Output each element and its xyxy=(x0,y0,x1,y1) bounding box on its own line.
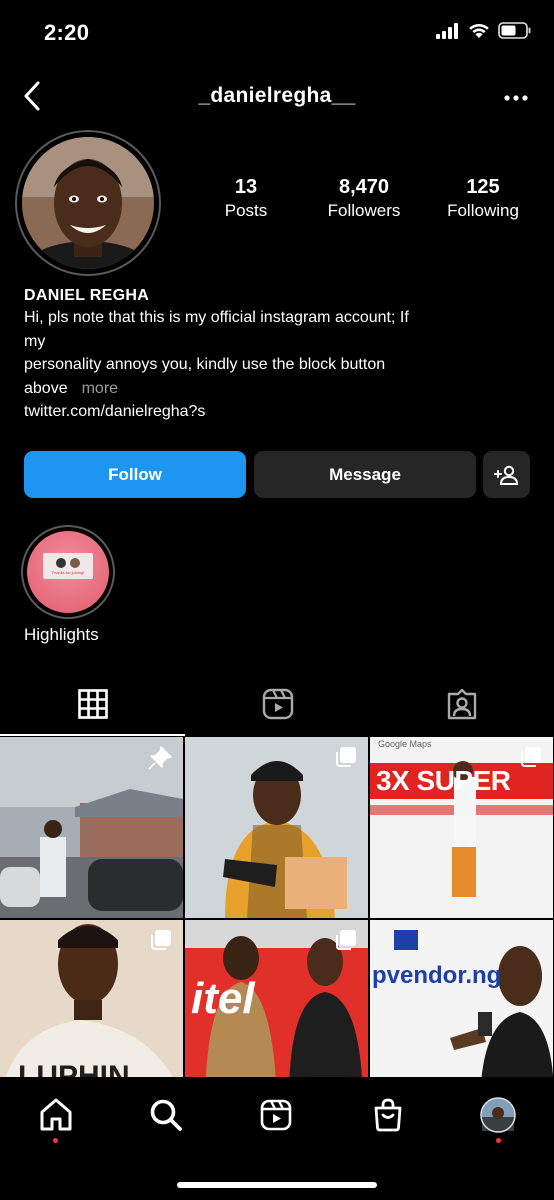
nav-home[interactable] xyxy=(26,1093,86,1137)
post-thumbnail[interactable] xyxy=(0,737,183,918)
posts-count: 13 xyxy=(234,176,258,198)
post-text: LUPHIN xyxy=(18,1060,130,1077)
pinned-icon xyxy=(147,745,173,776)
post-thumbnail[interactable]: itel xyxy=(185,920,368,1077)
shop-icon xyxy=(374,1098,402,1132)
highlight-cover: Thanks for joining! xyxy=(27,531,109,613)
followers-count-stat[interactable]: 8,470 Followers xyxy=(314,176,414,221)
search-icon xyxy=(150,1099,182,1131)
multiple-posts-icon xyxy=(334,745,358,774)
profile-bio: DANIEL REGHA Hi, pls note that this is m… xyxy=(24,286,524,424)
active-tab-indicator xyxy=(0,734,185,736)
multiple-posts-icon xyxy=(519,745,543,774)
profile-notification-dot xyxy=(496,1138,501,1143)
following-label: Following xyxy=(447,201,519,220)
post-image xyxy=(370,920,553,1077)
tab-reels[interactable] xyxy=(185,672,370,736)
posts-label: Posts xyxy=(224,201,268,220)
home-notification-dot xyxy=(53,1138,58,1143)
profile-avatar-ring[interactable] xyxy=(15,130,161,276)
tab-posts-grid[interactable] xyxy=(0,672,185,736)
profile-header: _danielregha__ xyxy=(0,70,554,124)
tagged-icon xyxy=(447,688,476,720)
bio-line: personality annoys you, kindly use the b… xyxy=(24,356,386,373)
profile-avatar xyxy=(480,1097,516,1133)
add-person-icon xyxy=(493,465,518,485)
bio-line: my xyxy=(24,332,46,350)
following-count-stat[interactable]: 125 Following xyxy=(434,176,532,221)
tab-tagged[interactable] xyxy=(369,672,554,736)
nav-profile[interactable] xyxy=(468,1093,528,1137)
followers-count: 8,470 xyxy=(338,176,390,198)
wifi-icon xyxy=(469,23,489,38)
followers-label: Followers xyxy=(327,201,401,220)
post-thumbnail[interactable]: LUPHIN xyxy=(0,920,183,1077)
bio-website-link[interactable]: twitter.com/danielregha?s xyxy=(24,400,524,424)
status-time: 2:20 xyxy=(44,20,90,45)
cellular-signal-icon xyxy=(436,22,458,39)
more-options-button[interactable] xyxy=(496,78,536,118)
post-thumbnail[interactable] xyxy=(185,737,368,918)
post-text: 3X SUPER xyxy=(376,765,511,796)
multiple-posts-icon xyxy=(334,928,358,957)
bio-line: above xyxy=(24,379,68,397)
status-bar: 2:20 xyxy=(0,0,554,66)
bio-line: Hi, pls note that this is my official in… xyxy=(24,309,409,326)
bio-more-link[interactable]: more xyxy=(82,380,118,397)
reels-icon xyxy=(260,1099,292,1131)
profile-avatar xyxy=(22,137,154,269)
nav-reels[interactable] xyxy=(246,1093,306,1137)
battery-icon xyxy=(498,22,531,39)
status-icons xyxy=(436,22,532,39)
post-thumbnail[interactable]: 3X SUPER Google Maps xyxy=(370,737,553,918)
more-dots-icon xyxy=(504,95,528,101)
posts-grid: 3X SUPER Google Maps LUPHIN itel pvendor… xyxy=(0,737,554,1077)
home-indicator[interactable] xyxy=(177,1182,377,1188)
profile-tabs xyxy=(0,672,554,736)
highlight-cover-text: Thanks for joining! xyxy=(51,570,85,575)
avatar-photo xyxy=(22,137,154,269)
following-count: 125 xyxy=(466,176,500,198)
bio-line-last: above more xyxy=(24,377,524,401)
nav-shop[interactable] xyxy=(358,1093,418,1137)
post-thumbnail[interactable]: pvendor.ng xyxy=(370,920,553,1077)
posts-count-stat[interactable]: 13 Posts xyxy=(206,176,286,221)
home-icon xyxy=(40,1098,72,1131)
post-text: pvendor.ng xyxy=(372,962,502,989)
suggested-accounts-button[interactable] xyxy=(483,451,530,498)
post-text: Google Maps xyxy=(378,739,432,749)
grid-icon xyxy=(77,689,108,719)
message-button[interactable]: Message xyxy=(254,451,476,498)
highlight-label: Highlights xyxy=(24,625,99,644)
reels-icon xyxy=(262,688,293,720)
post-text: itel xyxy=(191,974,255,1023)
nav-search[interactable] xyxy=(136,1093,196,1137)
multiple-posts-icon xyxy=(149,928,173,957)
follow-button[interactable]: Follow xyxy=(24,451,246,498)
profile-username: _danielregha__ xyxy=(198,84,356,107)
highlight-item[interactable]: Thanks for joining! xyxy=(21,525,115,619)
display-name: DANIEL REGHA xyxy=(24,287,150,304)
